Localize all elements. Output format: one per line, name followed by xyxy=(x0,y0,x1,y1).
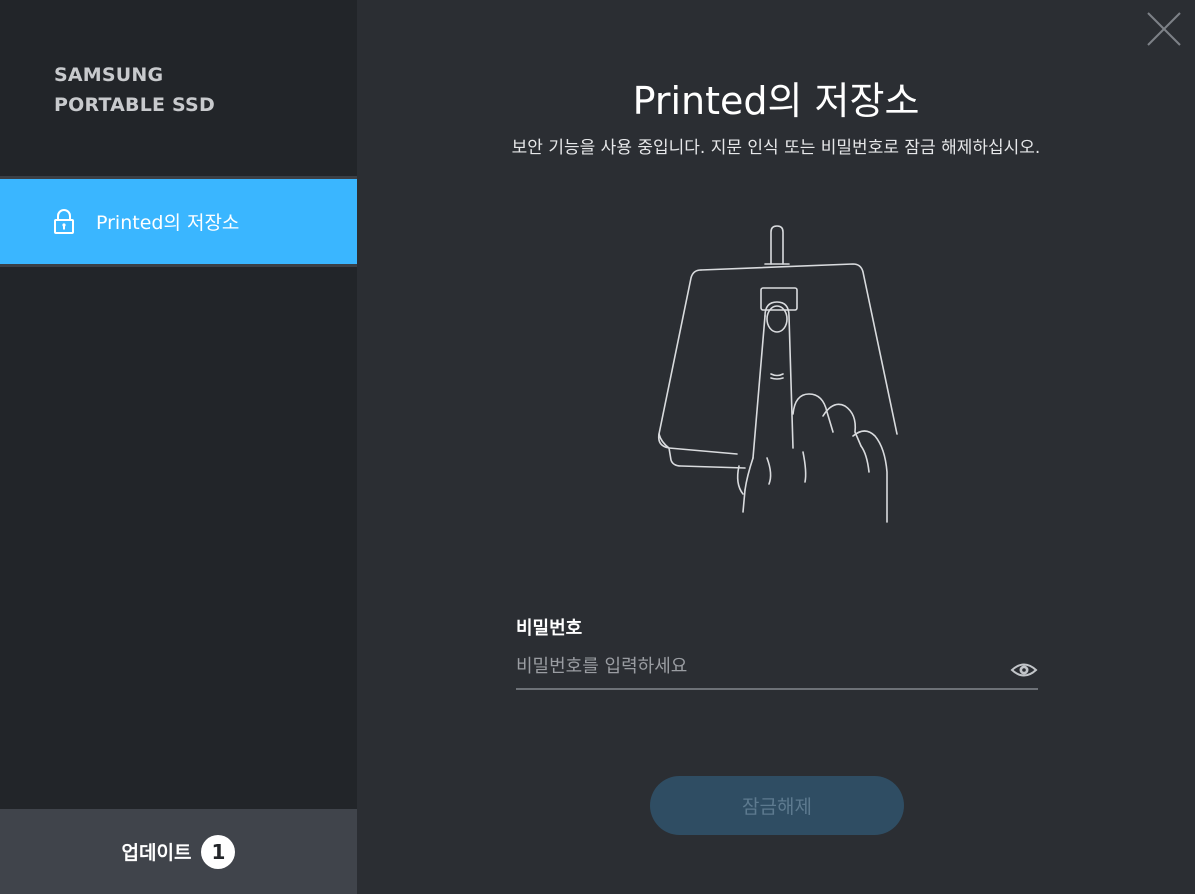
password-underline xyxy=(516,688,1038,690)
password-input[interactable] xyxy=(516,648,996,684)
eye-icon[interactable] xyxy=(1010,656,1038,684)
sidebar: SAMSUNG PORTABLE SSD Printed의 저장소 업데이트 1 xyxy=(0,0,357,894)
brand-logo: SAMSUNG PORTABLE SSD xyxy=(54,60,215,120)
unlock-button[interactable]: 잠금해제 xyxy=(650,776,904,835)
sidebar-divider xyxy=(0,264,357,267)
password-label: 비밀번호 xyxy=(516,618,583,639)
fingerprint-touch-icon xyxy=(647,222,927,542)
sidebar-item-drive[interactable]: Printed의 저장소 xyxy=(0,179,357,264)
page-title: Printed의 저장소 xyxy=(632,79,920,123)
close-icon[interactable] xyxy=(1145,10,1183,48)
update-button[interactable]: 업데이트 1 xyxy=(0,809,357,894)
lock-icon xyxy=(52,208,76,235)
sidebar-item-label: Printed의 저장소 xyxy=(96,212,240,234)
update-count-badge: 1 xyxy=(201,834,236,869)
update-label: 업데이트 xyxy=(121,842,192,864)
brand-line-1: SAMSUNG xyxy=(54,64,164,86)
main-panel: Printed의 저장소 보안 기능을 사용 중입니다. 지문 인식 또는 비밀… xyxy=(357,0,1195,894)
page-subtitle: 보안 기능을 사용 중입니다. 지문 인식 또는 비밀번호로 잠금 해제하십시오… xyxy=(511,138,1041,158)
brand-line-2: PORTABLE SSD xyxy=(54,94,215,116)
app-window: SAMSUNG PORTABLE SSD Printed의 저장소 업데이트 1 xyxy=(0,0,1195,894)
